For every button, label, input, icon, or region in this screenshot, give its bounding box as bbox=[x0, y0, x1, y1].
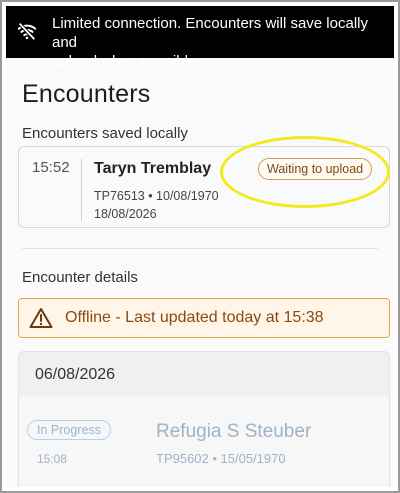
card-divider bbox=[81, 159, 82, 221]
highlight-annotation bbox=[220, 136, 390, 208]
offline-message: Offline - Last updated today at 15:38 bbox=[65, 309, 324, 326]
section-divider bbox=[22, 248, 378, 249]
banner-text-line-1: Limited connection. Encounters will save… bbox=[52, 15, 368, 51]
local-encounter-time: 15:52 bbox=[32, 159, 70, 176]
offline-alert: Offline - Last updated today at 15:38 bbox=[18, 298, 390, 338]
page-title: Encounters bbox=[22, 80, 151, 108]
warning-icon bbox=[29, 308, 53, 328]
local-encounter-date: 18/08/2026 bbox=[94, 207, 157, 221]
app-frame: Limited connection. Encounters will save… bbox=[0, 0, 400, 493]
encounter-details-label: Encounter details bbox=[22, 269, 138, 286]
connection-banner: Limited connection. Encounters will save… bbox=[6, 6, 394, 70]
app-screen: Limited connection. Encounters will save… bbox=[6, 6, 394, 487]
encounter-time: 15:08 bbox=[37, 452, 68, 466]
encounter-date-header: 06/08/2026 bbox=[35, 366, 116, 383]
encounter-id-dob: TP95602 • 15/05/1970 bbox=[156, 451, 286, 466]
banner-text: Limited connection. Encounters will save… bbox=[52, 14, 384, 71]
local-encounter-id-dob: TP76513 • 10/08/1970 bbox=[94, 189, 219, 203]
local-encounter-patient-name: Taryn Tremblay bbox=[94, 160, 212, 177]
wifi-off-icon bbox=[17, 22, 37, 41]
in-progress-badge: In Progress bbox=[27, 420, 111, 440]
encounter-date-group: 06/08/2026 In Progress 15:08 Refugia S S… bbox=[18, 351, 390, 487]
encounter-patient-name: Refugia S Steuber bbox=[156, 421, 312, 442]
encounter-list-item[interactable]: In Progress 15:08 Refugia S Steuber TP95… bbox=[19, 396, 389, 487]
banner-text-line-2: upload when possible bbox=[52, 53, 197, 70]
